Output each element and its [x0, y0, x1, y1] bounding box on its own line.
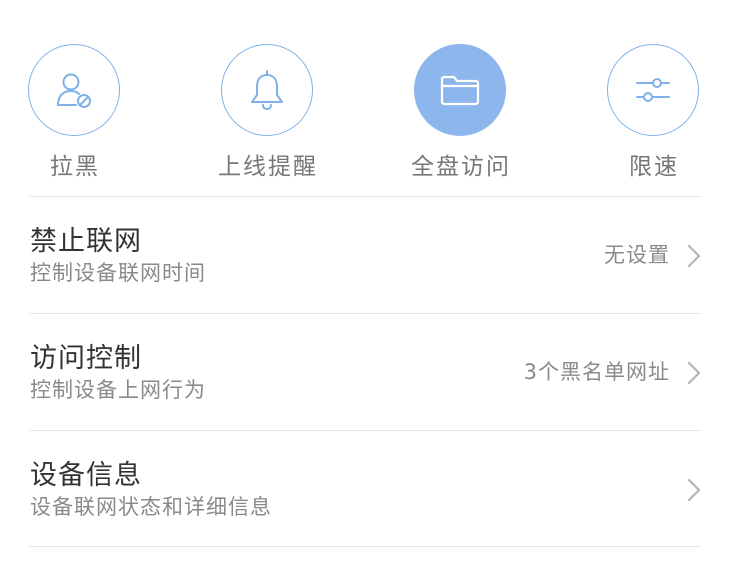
speed-limit-action[interactable]: 限速	[584, 44, 724, 189]
online-reminder-action[interactable]: 上线提醒	[198, 44, 338, 189]
list-item-title: 访问控制	[30, 343, 142, 374]
divider	[29, 546, 701, 547]
online-reminder-button[interactable]	[221, 44, 313, 136]
speed-limit-label: 限速	[629, 154, 679, 180]
list-item-block-internet[interactable]: 禁止联网 控制设备联网时间 无设置	[0, 197, 730, 313]
quick-actions-bar: 拉黑 上线提醒 全盘访问 限速	[0, 0, 730, 196]
list-item-title: 设备信息	[30, 460, 142, 491]
block-user-button[interactable]	[28, 44, 120, 136]
list-item-value: 无设置	[604, 243, 670, 267]
speed-limit-button[interactable]	[607, 44, 699, 136]
list-item-device-info[interactable]: 设备信息 设备联网状态和详细信息	[0, 431, 730, 547]
chevron-right-icon	[687, 478, 701, 502]
folder-icon	[440, 75, 480, 106]
block-user-label: 拉黑	[50, 154, 100, 180]
full-disk-access-label: 全盘访问	[411, 154, 511, 180]
full-disk-access-action[interactable]: 全盘访问	[391, 44, 531, 189]
online-reminder-label: 上线提醒	[218, 154, 318, 180]
list-item-value: 3个黑名单网址	[523, 360, 670, 384]
list-item-access-control[interactable]: 访问控制 控制设备上网行为 3个黑名单网址	[0, 314, 730, 430]
list-item-subtitle: 设备联网状态和详细信息	[30, 495, 272, 519]
full-disk-access-button[interactable]	[414, 44, 506, 136]
list-item-subtitle: 控制设备上网行为	[30, 378, 206, 402]
block-user-action[interactable]: 拉黑	[5, 44, 145, 189]
user-block-icon	[57, 73, 91, 108]
bell-icon	[251, 70, 283, 111]
list-item-subtitle: 控制设备联网时间	[30, 261, 206, 285]
sliders-icon	[636, 78, 670, 102]
chevron-right-icon	[687, 244, 701, 268]
chevron-right-icon	[687, 361, 701, 385]
list-item-title: 禁止联网	[30, 226, 142, 257]
